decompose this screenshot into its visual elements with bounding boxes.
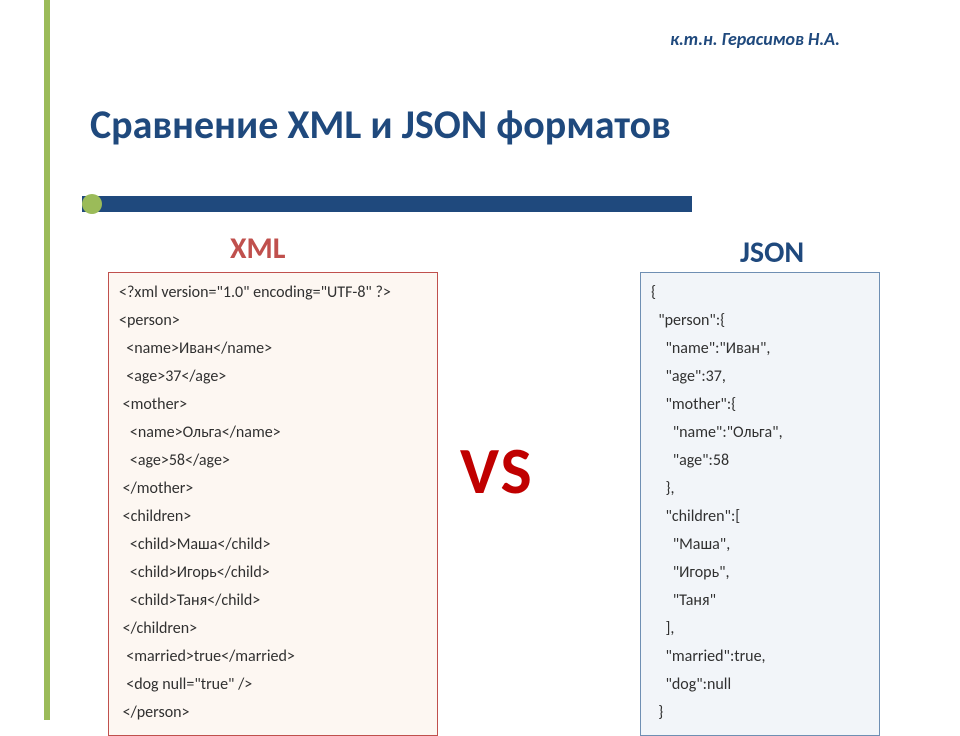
code-line: }, <box>651 475 869 503</box>
code-line: } <box>651 699 869 727</box>
code-line: "name":"Иван", <box>651 335 869 363</box>
column-title-xml: XML <box>230 230 285 267</box>
code-line: </person> <box>119 699 427 727</box>
code-line: "children":[ <box>651 503 869 531</box>
vs-label: VS <box>460 430 534 511</box>
code-line: <person> <box>119 307 427 335</box>
code-line: "Таня" <box>651 587 869 615</box>
code-line: ], <box>651 615 869 643</box>
code-line: { <box>651 279 869 307</box>
code-line: <child>Игорь</child> <box>119 559 427 587</box>
code-line: <age>58</age> <box>119 447 427 475</box>
code-line: <child>Маша</child> <box>119 531 427 559</box>
code-line: <mother> <box>119 391 427 419</box>
code-line: "age":37, <box>651 363 869 391</box>
column-title-json: JSON <box>740 234 804 271</box>
code-line: <child>Таня</child> <box>119 587 427 615</box>
code-line: "mother":{ <box>651 391 869 419</box>
author-label: к.т.н. Герасимов Н.А. <box>670 28 840 50</box>
code-line: <dog null="true" /> <box>119 671 427 699</box>
code-line: <age>37</age> <box>119 363 427 391</box>
code-line: </children> <box>119 615 427 643</box>
code-line: <name>Иван</name> <box>119 335 427 363</box>
title-underline-bar <box>82 196 692 212</box>
code-line: "age":58 <box>651 447 869 475</box>
code-line: "dog":null <box>651 671 869 699</box>
code-line: <name>Ольга</name> <box>119 419 427 447</box>
code-line: "married":true, <box>651 643 869 671</box>
code-line: </mother> <box>119 475 427 503</box>
code-line: "Игорь", <box>651 559 869 587</box>
code-line: <married>true</married> <box>119 643 427 671</box>
code-line: <children> <box>119 503 427 531</box>
code-line: <?xml version="1.0" encoding="UTF-8" ?> <box>119 279 427 307</box>
title-underline-dot <box>82 194 102 214</box>
json-code-box: { "person":{ "name":"Иван", "age":37, "m… <box>640 272 880 736</box>
code-line: "Маша", <box>651 531 869 559</box>
left-accent-stripe <box>44 0 50 720</box>
slide-title: Сравнение XML и JSON форматов <box>90 100 671 149</box>
code-line: "name":"Ольга", <box>651 419 869 447</box>
xml-code-box: <?xml version="1.0" encoding="UTF-8" ?><… <box>108 272 438 736</box>
code-line: "person":{ <box>651 307 869 335</box>
